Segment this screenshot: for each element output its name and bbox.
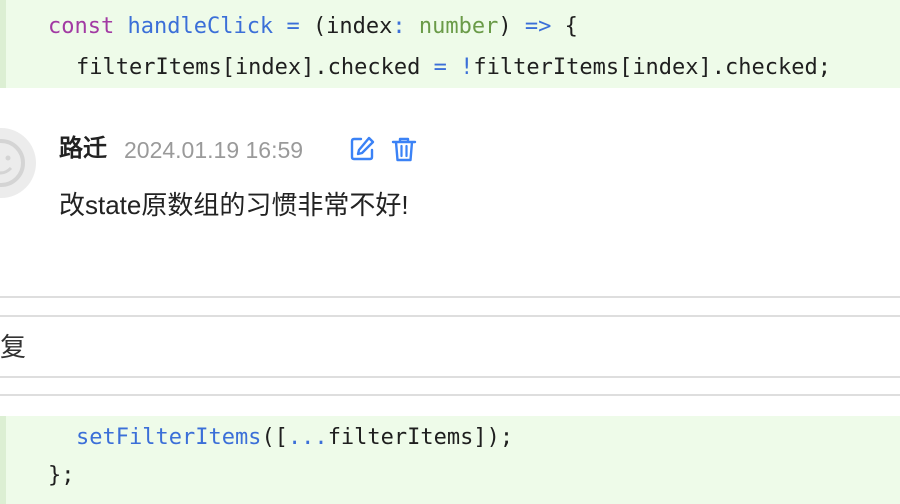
divider	[0, 376, 900, 378]
trash-icon	[391, 137, 417, 162]
code-operator: =	[433, 55, 447, 80]
code-line: const handleClick = (index: number) => {	[48, 13, 578, 41]
code-token: ([	[261, 425, 288, 450]
delete-button[interactable]	[390, 134, 418, 164]
code-token: };	[48, 463, 75, 488]
code-block-gutter	[0, 0, 6, 88]
comment-timestamp: 2024.01.19 16:59	[124, 137, 304, 163]
code-operator: :	[392, 14, 406, 39]
avatar[interactable]	[0, 128, 36, 198]
edit-icon	[350, 136, 375, 161]
comment-author[interactable]: 路迁	[59, 134, 107, 164]
code-block-gutter	[0, 416, 6, 504]
code-operator: !	[460, 55, 474, 80]
code-token: filterItems]);	[327, 425, 514, 450]
code-line: };	[48, 462, 75, 490]
reply-button[interactable]: 复	[0, 330, 26, 364]
code-block-bottom: setFilterItems([...filterItems]); };	[0, 416, 900, 504]
smiley-avatar-icon	[0, 139, 25, 187]
code-token: (index	[312, 14, 393, 39]
code-block-top: const handleClick = (index: number) => {…	[0, 0, 900, 88]
code-token: filterItems[index].checked	[76, 55, 421, 80]
divider	[0, 296, 900, 298]
code-token: {	[564, 14, 578, 39]
code-function-name: setFilterItems	[76, 425, 262, 450]
code-token: filterItems[index].checked;	[473, 55, 831, 80]
code-operator: ...	[287, 425, 328, 450]
code-keyword: const	[48, 14, 115, 39]
code-line: setFilterItems([...filterItems]);	[76, 424, 513, 452]
code-line: filterItems[index].checked = !filterItem…	[76, 54, 831, 82]
divider	[0, 315, 900, 317]
comment-body: 改state原数组的习惯非常不好!	[59, 190, 409, 220]
code-function-name: handleClick	[127, 14, 274, 39]
code-operator: =	[286, 14, 300, 39]
code-operator: =>	[524, 14, 552, 39]
divider	[0, 394, 900, 396]
edit-button[interactable]	[348, 134, 376, 164]
code-type: number	[418, 14, 499, 39]
code-token: )	[498, 14, 512, 39]
